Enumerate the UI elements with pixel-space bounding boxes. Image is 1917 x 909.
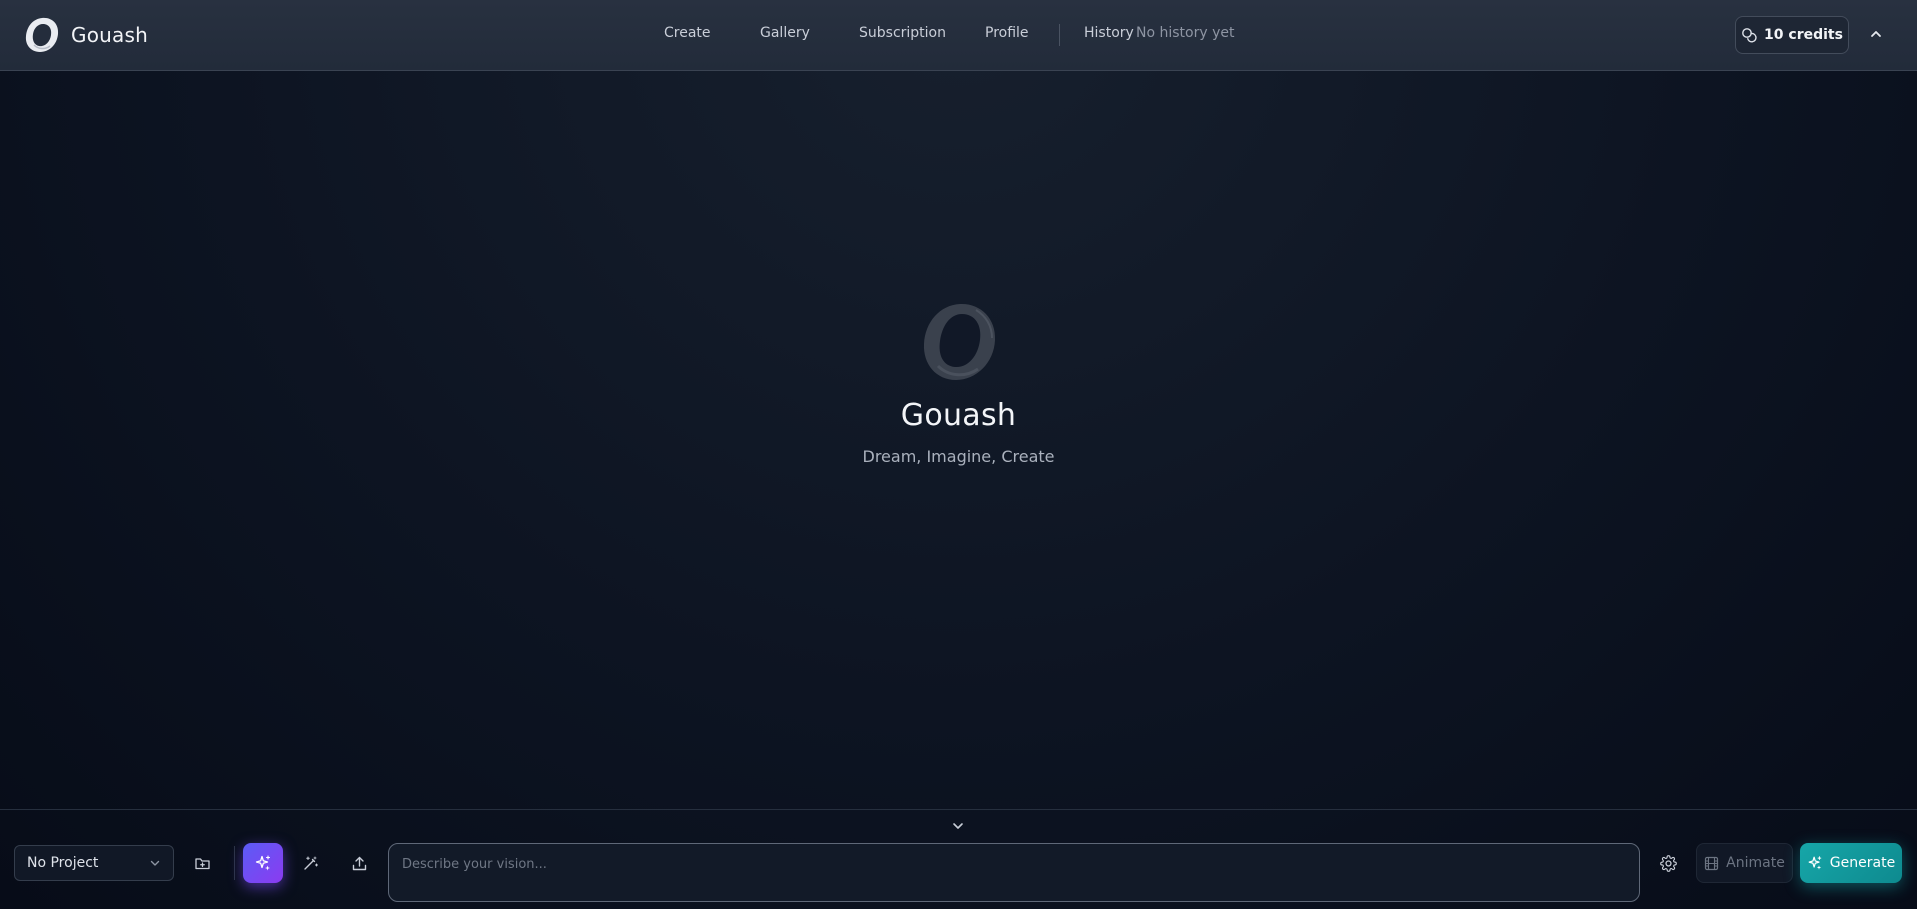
animate-button[interactable]: Animate: [1696, 843, 1793, 883]
animate-label: Animate: [1726, 855, 1785, 871]
brand[interactable]: Gouash: [22, 15, 148, 55]
settings-button[interactable]: [1650, 845, 1686, 881]
project-select-value: No Project: [27, 855, 99, 871]
coins-icon: [1741, 27, 1757, 43]
credits-button[interactable]: 10 credits: [1735, 16, 1849, 54]
collapse-header-button[interactable]: [1866, 24, 1886, 44]
upload-button[interactable]: [341, 845, 377, 881]
film-icon: [1704, 856, 1719, 871]
expand-panel-button[interactable]: [948, 817, 968, 835]
project-select[interactable]: No Project: [14, 845, 174, 881]
sparkles-icon: [254, 854, 272, 872]
prompt-input[interactable]: [388, 843, 1640, 902]
nav-create[interactable]: Create: [664, 25, 711, 41]
gear-icon: [1659, 854, 1677, 872]
nav-gallery[interactable]: Gallery: [760, 25, 810, 41]
chevron-up-icon: [1869, 27, 1883, 41]
nav-profile[interactable]: Profile: [985, 25, 1029, 41]
ring-logo-icon: [22, 15, 62, 55]
magic-wand-icon: [302, 854, 320, 872]
hero-tagline: Dream, Imagine, Create: [862, 447, 1055, 466]
new-project-button[interactable]: [184, 845, 220, 881]
hero-logo-icon: [0, 300, 1917, 384]
enhance-prompt-button[interactable]: [243, 843, 283, 883]
credits-label: 10 credits: [1764, 27, 1843, 43]
hero-title: Gouash: [900, 398, 1017, 433]
toolbar-divider: [234, 846, 235, 880]
nav-subscription[interactable]: Subscription: [859, 25, 946, 41]
chevron-down-icon: [149, 857, 161, 869]
bottom-divider: [0, 809, 1917, 810]
generate-button[interactable]: Generate: [1800, 843, 1902, 883]
nav-divider: [1059, 24, 1060, 46]
upload-icon: [351, 855, 368, 872]
sparkles-icon: [1807, 855, 1823, 871]
main-nav: Create Gallery Subscription Profile Hist…: [0, 0, 1917, 70]
brand-name: Gouash: [71, 23, 148, 47]
top-header: Gouash Create Gallery Subscription Profi…: [0, 0, 1917, 71]
generate-label: Generate: [1829, 855, 1896, 871]
history-empty-text: No history yet: [1136, 25, 1235, 41]
magic-wand-button[interactable]: [293, 845, 329, 881]
nav-history[interactable]: History: [1084, 25, 1134, 41]
folder-plus-icon: [194, 855, 211, 872]
hero: Gouash Dream, Imagine, Create: [0, 300, 1917, 466]
chevron-down-icon: [951, 819, 965, 833]
